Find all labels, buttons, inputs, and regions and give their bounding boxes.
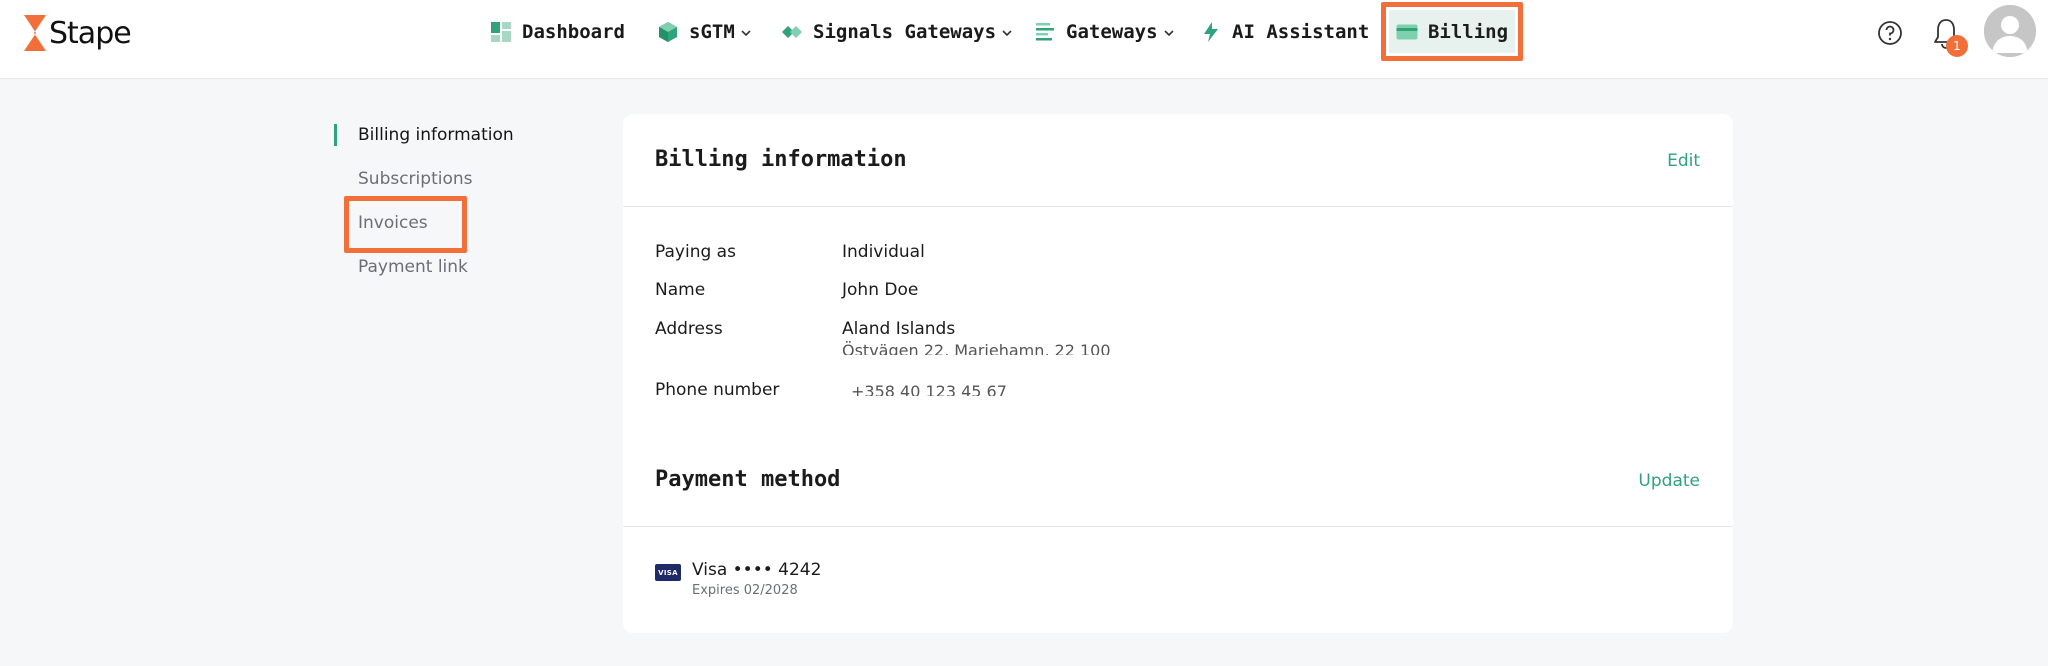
nav-billing-label: Billing (1427, 20, 1509, 43)
nav-ai-assistant[interactable]: AI Assistant (1200, 16, 1369, 48)
sidebar-item-subscriptions[interactable]: Subscriptions (358, 169, 472, 189)
name-value: John Doe (842, 280, 919, 300)
phone-number-value-redacted: +358 40 123 45 67 (851, 382, 1007, 396)
active-indicator (334, 124, 337, 146)
sidebar-item-invoices[interactable]: Invoices (358, 213, 428, 233)
nav-gateways-label: Gateways (1066, 21, 1158, 43)
chevron-down-icon (1163, 30, 1174, 37)
sidebar-item-payment-link[interactable]: Payment link (358, 257, 468, 277)
chevron-down-icon (1002, 30, 1012, 37)
stape-logo[interactable]: Stape (24, 15, 132, 51)
name-label: Name (655, 280, 706, 300)
user-silhouette-icon (1984, 5, 2036, 57)
address-label: Address (655, 319, 723, 339)
paying-as-label: Paying as (655, 242, 736, 262)
address-street-value-redacted: Östvägen 22, Mariehamn, 22 100 (842, 341, 1111, 355)
nav-signals-gateways[interactable]: Signals Gateways (781, 16, 1014, 48)
nav-gateways[interactable]: Gateways (1034, 16, 1176, 48)
cube-icon (659, 22, 677, 42)
card-expiry: Expires 02/2028 (692, 583, 798, 598)
credit-card-icon (1396, 24, 1418, 39)
nav-dashboard-label: Dashboard (522, 21, 625, 43)
help-icon[interactable] (1877, 20, 1903, 46)
top-navbar: Stape Dashboard sGTM Signals Gateways Ga… (0, 0, 2048, 79)
phone-number-label: Phone number (655, 380, 780, 400)
card-number: Visa •••• 4242 (692, 560, 822, 580)
gateways-icon (1036, 23, 1054, 41)
section-divider (623, 526, 1733, 527)
stape-logo-icon (24, 15, 46, 51)
notification-count-badge: 1 (1946, 35, 1968, 57)
user-avatar[interactable] (1984, 5, 2036, 57)
nav-billing-highlight[interactable]: Billing (1381, 2, 1523, 61)
dashboard-icon (491, 22, 511, 42)
paying-as-value: Individual (842, 242, 925, 262)
sidebar-item-billing-information[interactable]: Billing information (358, 125, 514, 145)
brand-name: Stape (49, 15, 132, 51)
edit-billing-link[interactable]: Edit (1667, 151, 1700, 171)
update-payment-link[interactable]: Update (1638, 471, 1700, 491)
signals-icon (782, 26, 802, 38)
section-divider (623, 206, 1733, 207)
nav-signals-gateways-label: Signals Gateways (813, 21, 997, 43)
lightning-icon (1204, 22, 1218, 42)
chevron-down-icon (741, 30, 751, 37)
visa-card-icon: VISA (655, 564, 681, 581)
nav-sgtm-label: sGTM (689, 21, 735, 43)
payment-method-title: Payment method (655, 467, 841, 492)
nav-dashboard[interactable]: Dashboard (490, 16, 625, 48)
nav-ai-assistant-label: AI Assistant (1232, 21, 1370, 43)
billing-card: Billing information Edit Paying as Indiv… (623, 114, 1733, 633)
nav-sgtm[interactable]: sGTM (657, 16, 753, 48)
billing-information-title: Billing information (655, 147, 907, 172)
nav-billing[interactable]: Billing (1389, 10, 1515, 53)
address-country-value: Aland Islands (842, 319, 956, 339)
